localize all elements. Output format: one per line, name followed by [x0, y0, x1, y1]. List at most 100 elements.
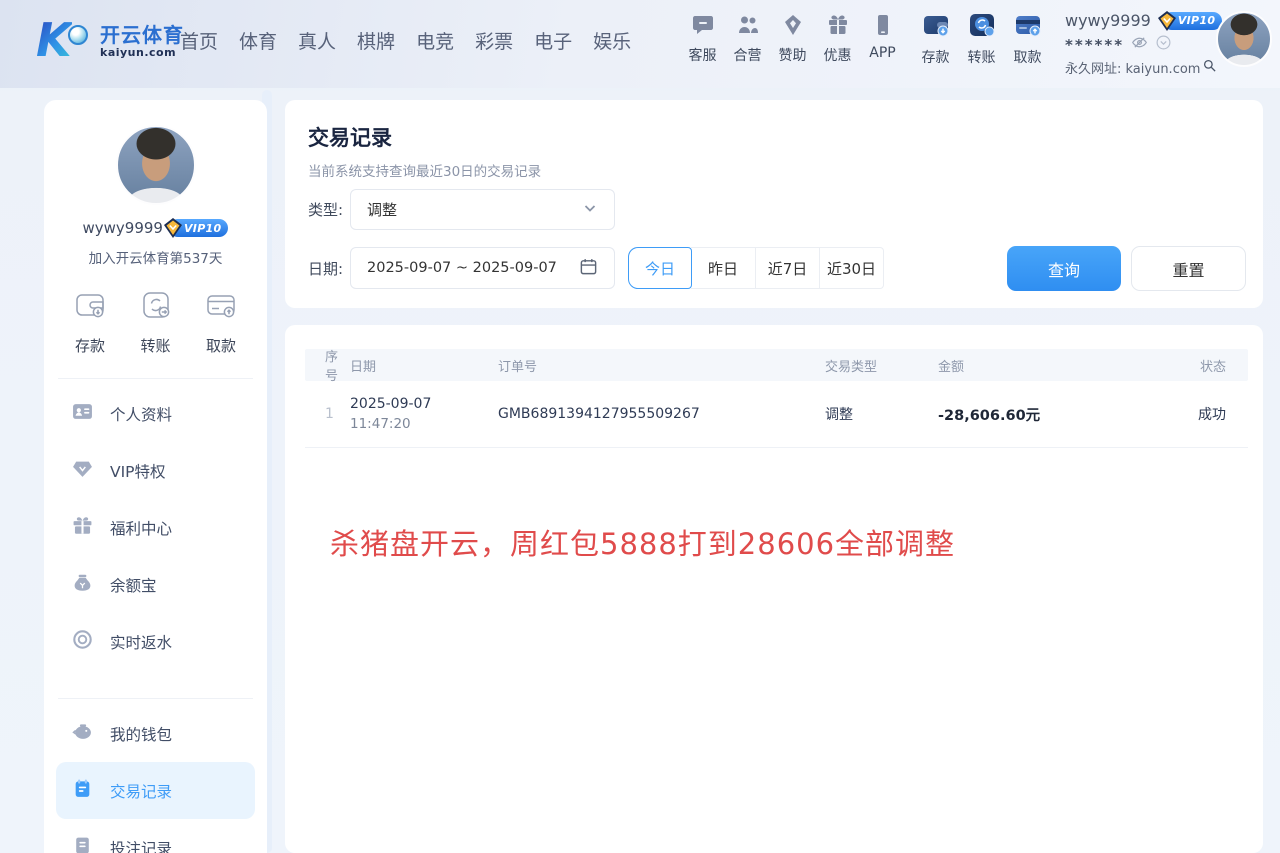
- sidebar-item-bets[interactable]: 投注记录: [56, 819, 255, 853]
- sidebar-withdraw-button[interactable]: 取款: [201, 285, 241, 356]
- type-filter-row: 类型: 调整: [308, 189, 615, 230]
- page-subtitle: 当前系统支持查询最近30日的交易记录: [308, 160, 541, 180]
- query-button[interactable]: 查询: [1007, 246, 1121, 291]
- sidebar-item-wallet[interactable]: 我的钱包: [56, 705, 255, 762]
- cell-date-day: 2025-09-07: [350, 396, 431, 412]
- vip-diamond-icon: [161, 216, 185, 240]
- red-annotation-text: 杀猪盘开云，周红包5888打到28606全部调整: [330, 521, 955, 563]
- football-icon: [68, 25, 88, 45]
- notebook-icon: [72, 778, 93, 803]
- sidebar-item-yuebao[interactable]: 余额宝: [56, 556, 255, 613]
- page: K 开云体育 kaiyun.com 首页 体育 真人 棋牌 电竞 彩票 电子 娱…: [0, 0, 1280, 853]
- gift-icon: [826, 13, 850, 41]
- withdraw-outline-icon: [201, 285, 241, 329]
- gem-icon: [72, 458, 93, 483]
- col-header-type: 交易类型: [825, 356, 938, 375]
- range-30days-button[interactable]: 近30日: [819, 248, 883, 288]
- sidebar-item-profile[interactable]: 个人资料: [56, 385, 255, 442]
- sidebar-item-rebate[interactable]: 实时返水: [56, 613, 255, 670]
- sidebar-vip-level: VIP10: [184, 222, 221, 235]
- app-label: APP: [869, 45, 895, 61]
- date-filter-row: 日期: 2025-09-07 ~ 2025-09-07 今日 昨日 近7日 近3…: [308, 247, 884, 289]
- deposit-button[interactable]: 存款: [913, 11, 958, 67]
- header-tools: 客服 合营 赞助 优惠: [680, 13, 905, 65]
- date-range-input[interactable]: 2025-09-07 ~ 2025-09-07: [350, 247, 615, 289]
- sidebar: wywy9999 VIP10 加入开云体育第537天 存款 转账: [44, 100, 267, 853]
- profile-avatar[interactable]: [116, 125, 196, 205]
- id-card-icon: [72, 401, 93, 426]
- cell-index: 1: [305, 406, 350, 422]
- sidebar-item-label: 实时返水: [110, 631, 172, 653]
- site-logo[interactable]: K 开云体育 kaiyun.com: [34, 13, 184, 71]
- nav-sports[interactable]: 体育: [239, 27, 277, 54]
- sidebar-item-label: 福利中心: [110, 517, 172, 539]
- chat-icon: [691, 13, 715, 41]
- withdraw-icon: [1014, 11, 1042, 43]
- sidebar-deposit-button[interactable]: 存款: [70, 285, 110, 356]
- logo-icon: K: [34, 13, 92, 71]
- nav-live[interactable]: 真人: [298, 27, 336, 54]
- support-button[interactable]: 客服: [680, 13, 725, 65]
- user-avatar[interactable]: [1216, 11, 1272, 67]
- transfer-button[interactable]: 转账: [959, 11, 1004, 67]
- eye-off-icon[interactable]: [1131, 34, 1148, 55]
- sidebar-item-vip[interactable]: VIP特权: [56, 442, 255, 499]
- nav-chess[interactable]: 棋牌: [357, 27, 395, 54]
- sidebar-item-transactions[interactable]: 交易记录: [56, 762, 255, 819]
- transfer-outline-icon: [136, 285, 176, 329]
- sponsor-label: 赞助: [779, 45, 807, 65]
- sidebar-transfer-button[interactable]: 转账: [136, 285, 176, 356]
- calendar-icon: [579, 257, 598, 280]
- range-yesterday-button[interactable]: 昨日: [691, 248, 755, 288]
- cell-date: 2025-09-07 11:47:20: [350, 394, 498, 435]
- nav-esports[interactable]: 电竞: [416, 27, 454, 54]
- logo-title: 开云体育: [100, 24, 184, 47]
- nav-slots[interactable]: 电子: [534, 27, 572, 54]
- cell-date-time: 11:47:20: [350, 416, 411, 432]
- magnifier-icon: [1202, 58, 1217, 77]
- app-button[interactable]: APP: [860, 13, 905, 65]
- withdraw-button[interactable]: 取款: [1005, 11, 1050, 67]
- sponsor-button[interactable]: 赞助: [770, 13, 815, 65]
- withdraw-label: 取款: [1014, 47, 1042, 67]
- chevron-down-icon: [582, 200, 598, 220]
- range-today-button[interactable]: 今日: [628, 247, 692, 289]
- sidebar-item-welfare[interactable]: 福利中心: [56, 499, 255, 556]
- sidebar-menu-secondary: 我的钱包 交易记录 投注记录: [44, 699, 267, 853]
- cell-order-no: GMB6891394127955509267: [498, 406, 825, 422]
- nav-lottery[interactable]: 彩票: [475, 27, 513, 54]
- filter-panel: 交易记录 当前系统支持查询最近30日的交易记录 类型: 调整 日期: 2025-…: [285, 100, 1263, 308]
- sidebar-withdraw-label: 取款: [206, 335, 236, 356]
- gift-icon: [72, 515, 93, 540]
- nav-home[interactable]: 首页: [180, 27, 218, 54]
- username: wywy9999: [1065, 11, 1151, 30]
- partners-button[interactable]: 合营: [725, 13, 770, 65]
- col-header-index: 序号: [305, 346, 350, 384]
- range-button-group: 昨日 近7日 近30日: [691, 247, 884, 289]
- piggy-bank-icon: [72, 721, 93, 746]
- deposit-outline-icon: [70, 285, 110, 329]
- promo-label: 优惠: [824, 45, 852, 65]
- partners-icon: [736, 13, 760, 41]
- main-nav: 首页 体育 真人 棋牌 电竞 彩票 电子 娱乐: [180, 27, 631, 54]
- cell-type: 调整: [825, 404, 938, 424]
- partners-label: 合营: [734, 45, 762, 65]
- type-select[interactable]: 调整: [350, 189, 615, 230]
- cell-status: 成功: [1180, 404, 1248, 424]
- range-7days-button[interactable]: 近7日: [755, 248, 819, 288]
- table-row[interactable]: 1 2025-09-07 11:47:20 GMB689139412795550…: [305, 381, 1248, 448]
- money-bag-icon: [72, 572, 93, 597]
- balance-mask: ******: [1065, 36, 1124, 54]
- sidebar-username: wywy9999: [83, 219, 163, 237]
- nav-entertainment[interactable]: 娱乐: [593, 27, 631, 54]
- vip-level: VIP10: [1178, 14, 1215, 27]
- promo-button[interactable]: 优惠: [815, 13, 860, 65]
- transfer-icon: [968, 11, 996, 43]
- sidebar-item-label: 我的钱包: [110, 723, 172, 745]
- sidebar-item-label: 余额宝: [110, 574, 157, 596]
- reset-button[interactable]: 重置: [1131, 246, 1246, 291]
- deposit-label: 存款: [922, 47, 950, 67]
- sidebar-vip-badge: VIP10: [169, 219, 228, 237]
- wallet-tools: 存款 转账 取款: [913, 11, 1050, 67]
- refresh-icon[interactable]: [1155, 34, 1172, 55]
